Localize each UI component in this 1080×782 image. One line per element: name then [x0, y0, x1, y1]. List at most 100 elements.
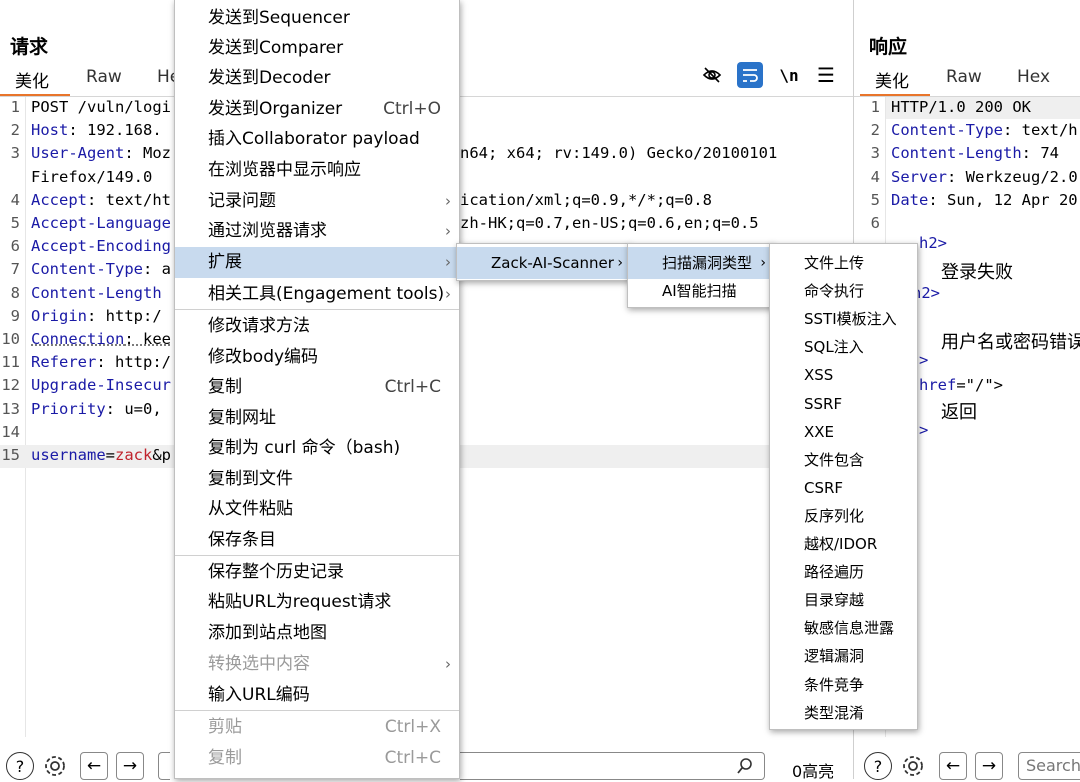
menu-item[interactable]: 粘贴URL为request请求: [175, 587, 459, 618]
menu-item-label: 复制: [208, 377, 242, 397]
menu-item[interactable]: 发送到Sequencer: [175, 3, 459, 34]
code-token: : text/h: [1002, 121, 1078, 140]
menu-item[interactable]: 发送到Decoder: [175, 63, 459, 94]
code-text: Upgrade-Insecur: [31, 374, 171, 397]
hide-nonprintable-icon[interactable]: [699, 62, 725, 88]
menu-item-label: 复制为 curl 命令（bash): [208, 438, 401, 458]
code-text: HTTP/1.0 200 OK: [891, 96, 1031, 119]
search-icon[interactable]: [736, 757, 754, 779]
code-token: Content-Length: [891, 144, 1022, 163]
settings-gear-icon[interactable]: [899, 752, 927, 780]
code-token: &p: [152, 446, 171, 464]
menu-item-label: 发送到Comparer: [208, 38, 344, 58]
menu-item[interactable]: 相关工具(Engagement tools) ›: [175, 279, 459, 310]
code-token: Server: [891, 167, 947, 186]
menu-item[interactable]: 发送到Comparer: [175, 33, 459, 64]
response-editor[interactable]: 1 HTTP/1.0 200 OK 2 Content-Type: text/h 3 Co…: [860, 96, 1080, 246]
menu-item-vuln-type[interactable]: 文件上传: [770, 249, 917, 277]
menu-item-label: 类型混淆: [804, 703, 865, 722]
chevron-right-icon: ›: [445, 222, 451, 240]
settings-gear-icon[interactable]: [41, 752, 69, 780]
menu-item[interactable]: 插入Collaborator payload: [175, 124, 459, 155]
line-number: 11: [1, 353, 20, 372]
tab-hex[interactable]: Hex: [1017, 67, 1050, 87]
code-token: : u=0,: [105, 399, 162, 418]
code-token: : kee: [124, 330, 171, 348]
tab-pretty[interactable]: 美化: [15, 67, 49, 92]
code-token: Accept-Language: [31, 214, 171, 232]
show-newlines-button[interactable]: \n: [776, 62, 802, 88]
extensions-submenu: Zack-AI-Scanner ›: [456, 243, 630, 281]
menu-item[interactable]: 在浏览器中显示响应: [175, 155, 459, 186]
menu-item[interactable]: 保存条目: [175, 525, 459, 556]
menu-item-vuln-type[interactable]: 文件包含: [770, 446, 917, 474]
menu-item-zack-ai-scanner[interactable]: Zack-AI-Scanner ›: [457, 247, 629, 279]
code-token: : 74: [1021, 144, 1059, 163]
menu-item-label: 相关工具(Engagement tools): [208, 284, 445, 304]
menu-item-label: 目录穿越: [804, 591, 865, 610]
line-number: 10: [1, 330, 20, 348]
menu-item-label: XXE: [804, 422, 835, 441]
menu-item: 复制 Ctrl+C: [175, 743, 459, 774]
help-icon[interactable]: ?: [864, 752, 892, 780]
wrap-lines-icon[interactable]: [737, 62, 763, 88]
menu-item-vuln-type[interactable]: 命令执行: [770, 277, 917, 305]
menu-item-vuln-type[interactable]: CSRF: [770, 474, 917, 502]
menu-item-ai-scan[interactable]: AI智能扫描: [628, 275, 772, 307]
menu-item[interactable]: 修改body编码: [175, 342, 459, 373]
menu-item-vuln-type[interactable]: 反序列化: [770, 502, 917, 530]
menu-item-vuln-type[interactable]: 类型混淆: [770, 699, 917, 727]
menu-item-vuln-type[interactable]: 逻辑漏洞: [770, 642, 917, 670]
anchor-attr-value: ="/">: [956, 376, 1003, 394]
menu-item[interactable]: 复制网址: [175, 403, 459, 434]
forward-arrow-icon[interactable]: →: [116, 752, 144, 780]
scanner-submenu: 扫描漏洞类型 › AI智能扫描: [627, 243, 773, 308]
menu-item[interactable]: 记录问题 ›: [175, 186, 459, 217]
menu-item[interactable]: 复制 Ctrl+C: [175, 372, 459, 403]
tab-raw[interactable]: Raw: [946, 67, 982, 87]
line-number: 4: [10, 190, 20, 209]
menu-icon[interactable]: ☰: [813, 62, 839, 88]
code-token: Referer: [31, 353, 97, 372]
help-icon[interactable]: ?: [6, 752, 34, 780]
menu-item-vuln-type[interactable]: SSRF: [770, 390, 917, 418]
menu-item-vuln-type[interactable]: 敏感信息泄露: [770, 614, 917, 642]
code-text: Referer: http:/: [31, 351, 171, 374]
line-number: 9: [10, 306, 20, 325]
menu-item[interactable]: 添加到站点地图: [175, 618, 459, 649]
menu-item-label: AI智能扫描: [662, 282, 737, 300]
menu-item[interactable]: 输入URL编码: [175, 680, 459, 711]
menu-item-vuln-type[interactable]: 条件竞争: [770, 671, 917, 699]
tab-pretty[interactable]: 美化: [875, 67, 909, 92]
menu-item[interactable]: 通过浏览器请求 ›: [175, 216, 459, 247]
code-text: Accept: text/ht: [31, 189, 171, 212]
menu-item[interactable]: 发送到Organizer Ctrl+O: [175, 94, 459, 125]
menu-item[interactable]: 复制到文件: [175, 464, 459, 495]
menu-item-vuln-type[interactable]: XXE: [770, 418, 917, 446]
menu-item-vuln-type[interactable]: SSTI模板注入: [770, 305, 917, 333]
menu-item-vuln-type[interactable]: 路径遍历: [770, 558, 917, 586]
menu-item-vuln-type[interactable]: 目录穿越: [770, 586, 917, 614]
menu-item-label: 从文件粘贴: [208, 499, 293, 519]
menu-item[interactable]: 保存整个历史记录: [175, 557, 459, 588]
menu-item[interactable]: 复制为 curl 命令（bash): [175, 433, 459, 464]
back-arrow-icon[interactable]: ←: [939, 752, 967, 780]
vuln-types-submenu: 文件上传 命令执行 SSTI模板注入 SQL注入 XSS SSRF XXE 文件包含 CSRF 反…: [769, 243, 918, 730]
menu-item[interactable]: 从文件粘贴: [175, 494, 459, 525]
menu-item[interactable]: 扩展 ›: [175, 247, 459, 278]
menu-item-label: 复制到文件: [208, 469, 293, 489]
search-input-tail[interactable]: [460, 752, 765, 780]
search-input[interactable]: [158, 752, 170, 780]
menu-item-vuln-type[interactable]: XSS: [770, 361, 917, 389]
back-arrow-icon[interactable]: ←: [80, 752, 108, 780]
menu-item-vuln-type[interactable]: SQL注入: [770, 333, 917, 361]
menu-item-vuln-type[interactable]: 越权/IDOR: [770, 530, 917, 558]
tab-raw[interactable]: Raw: [86, 67, 122, 87]
code-token: Firefox/149.0: [31, 167, 153, 186]
line-number: 5: [10, 214, 20, 232]
search-input[interactable]: Search: [1018, 752, 1080, 780]
line-number: 6: [870, 214, 880, 232]
forward-arrow-icon[interactable]: →: [975, 752, 1003, 780]
menu-item[interactable]: 修改请求方法: [175, 311, 459, 342]
code-token: Accept-Encoding: [31, 237, 171, 256]
